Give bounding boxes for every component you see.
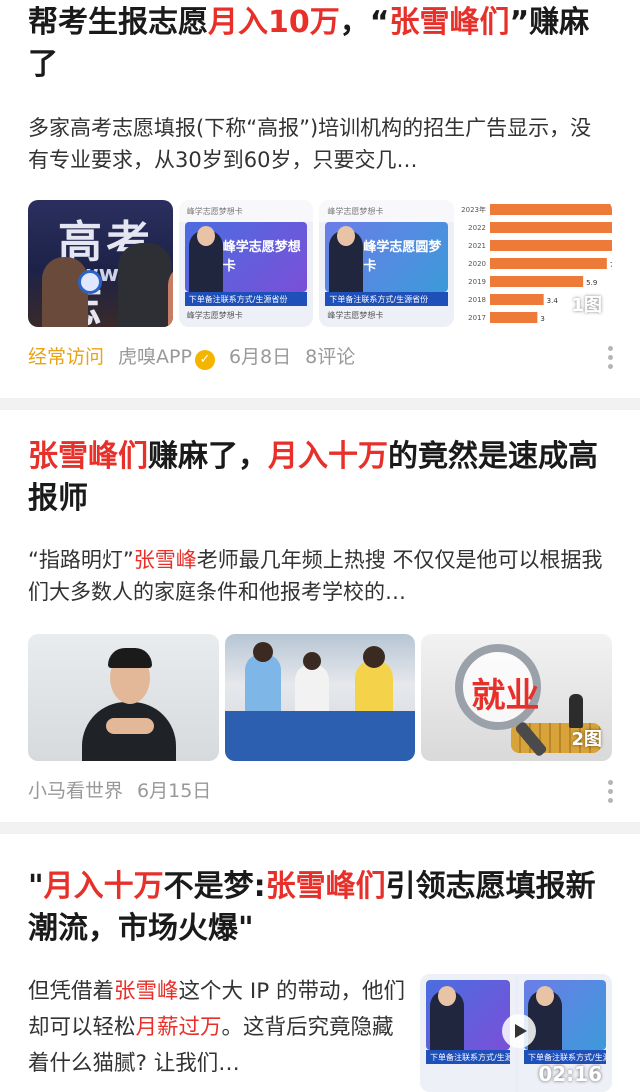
publish-date: 6月15日 xyxy=(137,780,212,802)
video-duration: 02:16 xyxy=(538,1062,602,1086)
comment-count[interactable]: 8评论 xyxy=(305,342,355,369)
article-card[interactable]: 帮考生报志愿月入10万，“张雪峰们”赚麻了 多家高考志愿填报(下称“高报”)培训… xyxy=(0,0,640,398)
chart-bar xyxy=(490,240,612,251)
title-highlight: 月入10万 xyxy=(208,5,340,40)
head-shape xyxy=(302,652,321,670)
article-snippet: 多家高考志愿填报(下称“高报”)培训机构的招生广告显示，没有专业要求，从30岁到… xyxy=(28,116,592,172)
chart-bar xyxy=(490,258,607,269)
title-text: " xyxy=(28,869,44,904)
table-shape xyxy=(224,711,416,761)
poster-strip: 下单备注联系方式/生源省份 xyxy=(325,292,448,306)
article-snippet: “指路明灯”张雪峰老师最几年频上热搜 不仅仅是他可以根据我们大多数人的家庭条件和… xyxy=(28,544,612,608)
head-shape xyxy=(196,226,215,246)
source-name[interactable]: 小马看世界 xyxy=(28,776,123,803)
card-divider xyxy=(0,398,640,410)
video-thumbnail[interactable]: 下单备注联系方式/生源省份 下单备注联系方式/生源省份 02:16 xyxy=(420,974,612,1092)
thumbnail-image[interactable] xyxy=(224,634,416,761)
more-options-icon[interactable] xyxy=(608,346,614,369)
verified-icon: ✓ xyxy=(194,349,215,370)
poster-foot: 峰学志愿梦想卡 xyxy=(186,311,243,320)
article-title[interactable]: "月入十万不是梦:张雪峰们引领志愿填报新潮流，市场火爆" xyxy=(28,866,612,950)
thumbnail-chart[interactable]: 2023年9.520228.820217.920207.420195.92018… xyxy=(460,200,612,327)
chart-bar xyxy=(490,222,612,233)
title-text: 赚麻了， xyxy=(148,439,268,474)
thumbnail-image[interactable]: 就业 2图 xyxy=(421,634,613,761)
title-highlight: 月入十万 xyxy=(268,439,388,474)
thumbnail-row: 高考志 www.zh 峰学志愿梦想卡 峰学志愿梦想卡 下单备注联系方式/生源省份… xyxy=(28,200,612,327)
title-highlight: 张雪峰们 xyxy=(389,5,510,40)
chart-tick-label: 2022 xyxy=(468,224,486,232)
chart-tick-label: 2017 xyxy=(468,314,486,322)
card-divider xyxy=(0,822,640,834)
chart-tick-label: 2023年 xyxy=(461,205,486,214)
person-shape xyxy=(118,243,172,327)
chart-tick-label: 2020 xyxy=(468,260,486,268)
thumbnail-image[interactable]: 峰学志愿梦想卡 峰学志愿圆梦卡 下单备注联系方式/生源省份 峰学志愿梦想卡 xyxy=(319,200,454,327)
article-title[interactable]: 张雪峰们赚麻了，月入十万的竟然是速成高报师 xyxy=(28,436,612,520)
title-highlight: 张雪峰们 xyxy=(265,869,386,904)
source-name[interactable]: 虎嗅APP ✓ xyxy=(118,342,215,370)
play-icon[interactable] xyxy=(502,1014,536,1048)
poster-foot: 峰学志愿梦想卡 xyxy=(327,311,384,320)
person-shape xyxy=(569,694,584,728)
thumbnail-image[interactable] xyxy=(28,634,219,761)
chart-tick-label: 2018 xyxy=(468,296,486,304)
article-snippet: 但凭借着张雪峰这个大 IP 的带动，他们却可以轻松月薪过万。这背后究竟隐藏着什么… xyxy=(28,974,406,1082)
head-shape xyxy=(438,986,456,1006)
snippet-highlight: 张雪峰 xyxy=(114,979,179,1004)
thumbnail-row: 就业 2图 xyxy=(28,634,613,761)
person-shape xyxy=(42,257,88,327)
image-count-badge: 1图 xyxy=(571,295,602,316)
title-highlight: 张雪峰们 xyxy=(28,439,148,474)
publish-date: 6月8日 xyxy=(228,346,292,369)
poster-title: 峰学志愿梦想卡 xyxy=(222,240,301,274)
chart-bar xyxy=(490,312,538,323)
chart-value-label: 3 xyxy=(540,315,544,323)
job-word: 就业 xyxy=(471,676,540,716)
snippet-highlight: 张雪峰 xyxy=(133,548,197,572)
thumbnail-image[interactable]: 高考志 www.zh xyxy=(28,200,173,327)
chart-value-label: 3.4 xyxy=(547,297,559,305)
article-title[interactable]: 帮考生报志愿月入10万，“张雪峰们”赚麻了 xyxy=(28,2,612,86)
title-text: ，“ xyxy=(339,5,390,40)
title-text: 不是梦: xyxy=(163,869,266,904)
chart-bar xyxy=(490,294,544,305)
poster-strip: 下单备注联系方式/生源省份 xyxy=(184,292,308,306)
more-options-icon[interactable] xyxy=(608,780,614,803)
snippet-highlight: 月薪过万 xyxy=(135,1015,222,1040)
title-highlight: 月入十万 xyxy=(43,869,164,904)
article-card[interactable]: 张雪峰们赚麻了，月入十万的竟然是速成高报师 “指路明灯”张雪峰老师最几年频上热搜… xyxy=(0,410,640,822)
article-meta: 经常访问 虎嗅APP ✓ 6月8日 8评论 xyxy=(28,342,355,370)
image-count-badge: 2图 xyxy=(571,729,603,750)
person-shape xyxy=(244,654,281,718)
hands-shape xyxy=(106,718,154,734)
title-text: 帮考生报志愿 xyxy=(28,5,208,40)
frequent-visit-tag: 经常访问 xyxy=(28,346,105,369)
head-shape xyxy=(362,646,385,668)
chart-tick-label: 2021 xyxy=(468,242,486,250)
chart-bar xyxy=(490,276,584,287)
poster-strip: 下单备注联系方式/生源省份 xyxy=(426,1050,510,1064)
fan-shape xyxy=(78,270,102,294)
chart-bar xyxy=(490,204,612,215)
thumbnail-image[interactable]: 峰学志愿梦想卡 峰学志愿梦想卡 下单备注联系方式/生源省份 峰学志愿梦想卡 xyxy=(178,200,314,327)
article-card[interactable]: "月入十万不是梦:张雪峰们引领志愿填报新潮流，市场火爆" 但凭借着张雪峰这个大 … xyxy=(0,834,640,1092)
chart-value-label: 7.4 xyxy=(610,261,612,269)
article-meta: 小马看世界 6月15日 xyxy=(28,776,211,803)
head-shape xyxy=(252,642,273,662)
chart-value-label: 5.9 xyxy=(586,279,597,287)
poster-title: 峰学志愿圆梦卡 xyxy=(363,240,442,274)
snippet-text: 但凭借着 xyxy=(28,979,115,1004)
poster-header: 峰学志愿梦想卡 xyxy=(319,200,454,222)
poster-header: 峰学志愿梦想卡 xyxy=(178,200,314,222)
snippet-text: “指路明灯” xyxy=(28,548,134,572)
head-shape xyxy=(536,986,554,1006)
chart-tick-label: 2019 xyxy=(468,278,486,286)
hair-shape xyxy=(108,648,152,668)
source-label: 虎嗅APP xyxy=(118,346,192,368)
